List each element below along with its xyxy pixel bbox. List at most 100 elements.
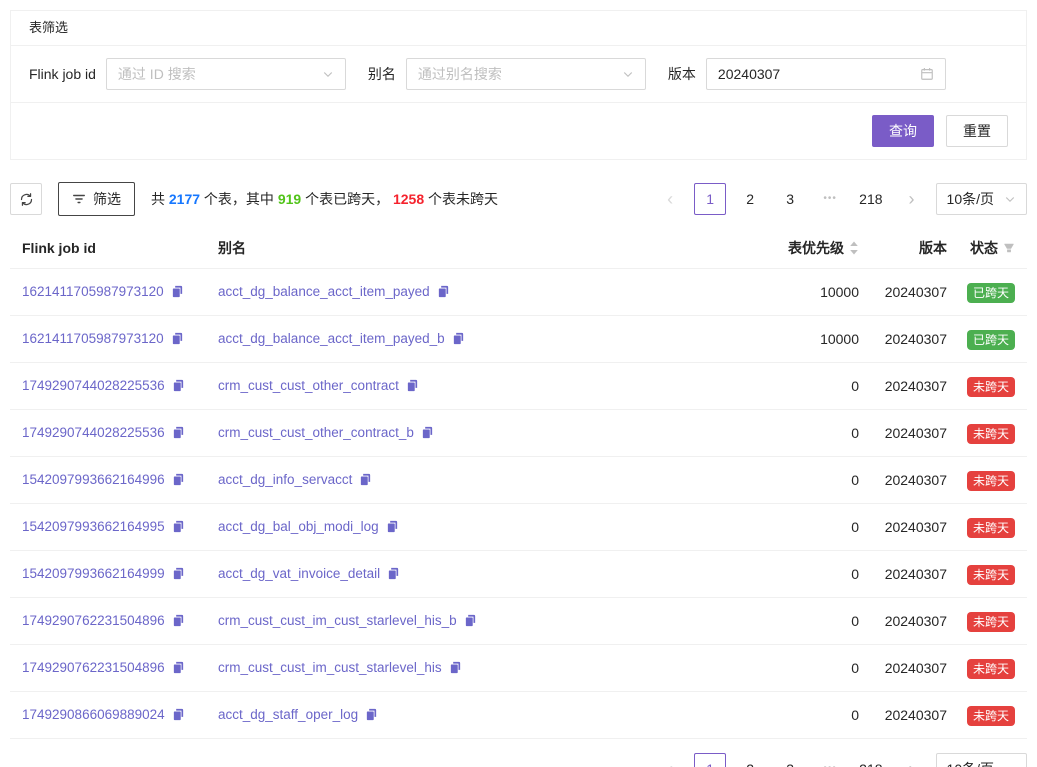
version-label: 版本	[668, 64, 696, 84]
alias-link[interactable]: acct_dg_balance_acct_item_payed_b	[218, 331, 445, 346]
pagination-page-1[interactable]: 1	[694, 753, 726, 767]
status-cell: 未跨天	[947, 692, 1027, 739]
alias-link[interactable]: crm_cust_cust_im_cust_starlevel_his	[218, 660, 442, 675]
copy-icon[interactable]	[406, 377, 419, 397]
alias-link[interactable]: crm_cust_cust_im_cust_starlevel_his_b	[218, 613, 457, 628]
alias-cell: crm_cust_cust_other_contract	[206, 363, 749, 410]
table-row: 1749290762231504896 crm_cust_cust_im_cus…	[10, 598, 1027, 645]
page: 表筛选 Flink job id 通过 ID 搜索 别名 通过别名搜索	[0, 0, 1037, 767]
alias-select[interactable]: 通过别名搜索	[406, 58, 646, 90]
filter-field-alias: 别名 通过别名搜索	[368, 58, 646, 90]
col-header-alias: 别名	[206, 228, 749, 269]
alias-link[interactable]: crm_cust_cust_other_contract	[218, 378, 399, 393]
pagination-page-3[interactable]: 3	[774, 753, 806, 767]
priority-cell: 0	[749, 363, 859, 410]
pagination-ellipsis: •••	[814, 183, 846, 215]
pagination-next[interactable]: ›	[896, 183, 928, 215]
flink-job-id-link[interactable]: 1749290762231504896	[22, 660, 165, 675]
filter-row: Flink job id 通过 ID 搜索 别名 通过别名搜索	[11, 46, 1026, 103]
copy-icon[interactable]	[421, 424, 434, 444]
footer-pagination-row: ‹123•••218› 10条/页	[10, 753, 1027, 767]
calendar-icon	[920, 67, 934, 81]
table-body: 1621411705987973120 acct_dg_balance_acct…	[10, 269, 1027, 739]
flink-job-id-cell: 1621411705987973120	[10, 269, 206, 316]
copy-icon[interactable]	[386, 518, 399, 538]
copy-icon[interactable]	[172, 659, 185, 679]
copy-icon[interactable]	[171, 330, 184, 350]
status-badge: 未跨天	[967, 377, 1015, 397]
copy-icon[interactable]	[172, 424, 185, 444]
pagination-page-218[interactable]: 218	[854, 183, 887, 215]
alias-cell: acct_dg_info_servacct	[206, 457, 749, 504]
copy-icon[interactable]	[449, 659, 462, 679]
copy-icon[interactable]	[387, 565, 400, 585]
query-button[interactable]: 查询	[872, 115, 934, 147]
flink-job-id-link[interactable]: 1542097993662164999	[22, 566, 165, 581]
alias-cell: acct_dg_balance_acct_item_payed	[206, 269, 749, 316]
flink-job-id-select[interactable]: 通过 ID 搜索	[106, 58, 346, 90]
pagination-page-2[interactable]: 2	[734, 753, 766, 767]
page-size-select-bottom[interactable]: 10条/页	[936, 753, 1027, 767]
pagination-next[interactable]: ›	[896, 753, 928, 767]
col-header-status: 状态	[947, 228, 1027, 269]
flink-job-id-link[interactable]: 1542097993662164996	[22, 472, 165, 487]
copy-icon[interactable]	[172, 377, 185, 397]
priority-cell: 10000	[749, 269, 859, 316]
copy-icon[interactable]	[172, 706, 185, 726]
table-row: 1542097993662164996 acct_dg_info_servacc…	[10, 457, 1027, 504]
pagination-page-1[interactable]: 1	[694, 183, 726, 215]
pagination-prev[interactable]: ‹	[654, 183, 686, 215]
copy-icon[interactable]	[172, 565, 185, 585]
alias-cell: acct_dg_staff_oper_log	[206, 692, 749, 739]
pagination-prev[interactable]: ‹	[654, 753, 686, 767]
alias-link[interactable]: acct_dg_info_servacct	[218, 472, 352, 487]
flink-job-id-link[interactable]: 1542097993662164995	[22, 519, 165, 534]
page-size-value: 10条/页	[947, 759, 994, 767]
copy-icon[interactable]	[171, 283, 184, 303]
flink-job-id-link[interactable]: 1749290866069889024	[22, 707, 165, 722]
alias-link[interactable]: acct_dg_vat_invoice_detail	[218, 566, 380, 581]
pagination-page-3[interactable]: 3	[774, 183, 806, 215]
flink-job-id-cell: 1542097993662164995	[10, 504, 206, 551]
flink-job-id-link[interactable]: 1749290744028225536	[22, 425, 165, 440]
pagination-page-2[interactable]: 2	[734, 183, 766, 215]
copy-icon[interactable]	[365, 706, 378, 726]
alias-link[interactable]: acct_dg_staff_oper_log	[218, 707, 358, 722]
summary-seg: 共	[151, 191, 169, 207]
reset-button[interactable]: 重置	[946, 115, 1008, 147]
flink-job-id-link[interactable]: 1621411705987973120	[22, 284, 164, 299]
crossed-count: 919	[278, 191, 301, 207]
copy-icon[interactable]	[464, 612, 477, 632]
copy-icon[interactable]	[359, 471, 372, 491]
copy-icon[interactable]	[172, 518, 185, 538]
version-date-picker[interactable]: 20240307	[706, 58, 946, 90]
copy-icon[interactable]	[172, 612, 185, 632]
refresh-button[interactable]	[10, 183, 42, 215]
flink-job-id-placeholder: 通过 ID 搜索	[118, 64, 196, 84]
flink-job-id-cell: 1621411705987973120	[10, 316, 206, 363]
status-badge: 未跨天	[967, 612, 1015, 632]
status-cell: 未跨天	[947, 551, 1027, 598]
filter-toggle-button[interactable]: 筛选	[58, 182, 135, 216]
flink-job-id-cell: 1749290744028225536	[10, 410, 206, 457]
flink-job-id-link[interactable]: 1749290744028225536	[22, 378, 165, 393]
flink-job-id-link[interactable]: 1749290762231504896	[22, 613, 165, 628]
copy-icon[interactable]	[437, 283, 450, 303]
alias-link[interactable]: crm_cust_cust_other_contract_b	[218, 425, 414, 440]
copy-icon[interactable]	[452, 330, 465, 350]
copy-icon[interactable]	[172, 471, 185, 491]
pagination-page-218[interactable]: 218	[854, 753, 887, 767]
filter-funnel-icon[interactable]	[1003, 242, 1015, 254]
alias-cell: crm_cust_cust_other_contract_b	[206, 410, 749, 457]
alias-link[interactable]: acct_dg_bal_obj_modi_log	[218, 519, 379, 534]
flink-job-id-link[interactable]: 1621411705987973120	[22, 331, 164, 346]
alias-link[interactable]: acct_dg_balance_acct_item_payed	[218, 284, 430, 299]
chevron-down-icon	[1004, 193, 1016, 205]
page-size-select[interactable]: 10条/页	[936, 183, 1027, 215]
alias-label: 别名	[368, 64, 396, 84]
uncrossed-count: 1258	[393, 191, 424, 207]
summary-seg: 个表，其中	[200, 191, 278, 207]
col-header-priority[interactable]: 表优先级	[749, 228, 859, 269]
flink-job-id-cell: 1749290744028225536	[10, 363, 206, 410]
table-row: 1749290744028225536 crm_cust_cust_other_…	[10, 410, 1027, 457]
